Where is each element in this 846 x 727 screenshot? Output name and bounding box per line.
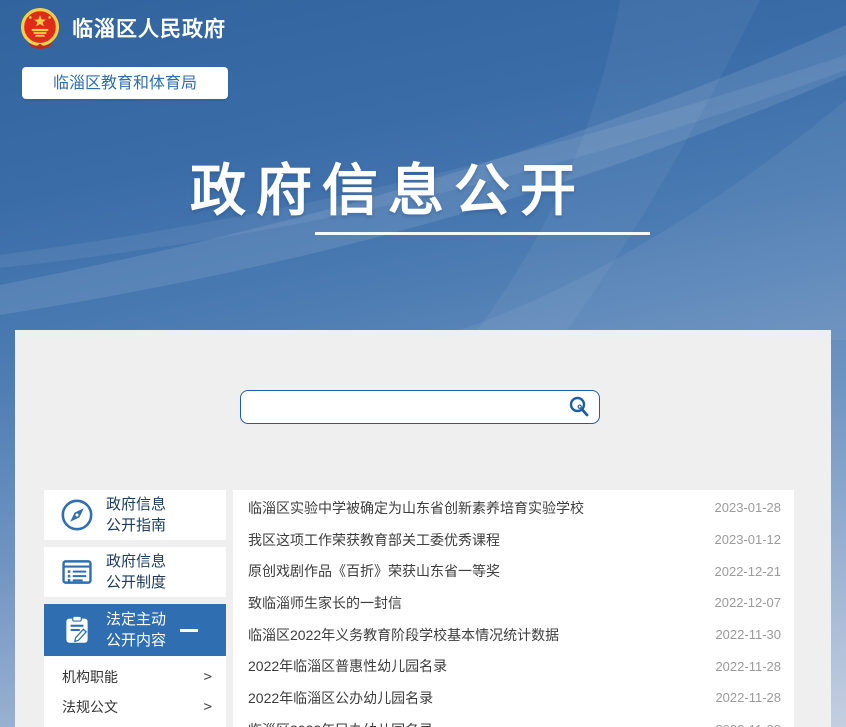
news-list: 临淄区实验中学被确定为山东省创新素养培育实验学校 2023-01-28 我区这项…: [233, 490, 794, 727]
collapse-minus-icon: [180, 629, 198, 632]
news-title: 原创戏剧作品《百折》荣获山东省一等奖: [248, 561, 699, 581]
news-title: 我区这项工作荣获教育部关工委优秀课程: [248, 530, 699, 550]
chevron-right-icon: >: [204, 669, 212, 685]
sidebar-item-statutory-disclosure[interactable]: 法定主动 公开内容: [44, 604, 226, 656]
news-row[interactable]: 我区这项工作荣获教育部关工委优秀课程 2023-01-12: [233, 524, 794, 556]
search-input[interactable]: [241, 391, 567, 423]
site-name: 临淄区人民政府: [72, 13, 226, 43]
news-row[interactable]: 原创戏剧作品《百折》荣获山东省一等奖 2022-12-21: [233, 555, 794, 587]
compass-icon: [60, 498, 94, 532]
news-title: 临淄区实验中学被确定为山东省创新素养培育实验学校: [248, 498, 699, 518]
sidebar-submenu: 机构职能 > 法规公文 >: [44, 656, 226, 727]
sidebar-item-guide[interactable]: 政府信息 公开指南: [44, 490, 226, 540]
submenu-item-functions[interactable]: 机构职能 >: [44, 662, 226, 692]
document-list-icon: [60, 555, 94, 589]
news-date: 2022-11-30: [715, 627, 781, 642]
content-panel: 政府信息 公开指南 政府信息 公开制度: [15, 330, 831, 727]
news-date: 2023-01-28: [715, 500, 782, 515]
department-button[interactable]: 临淄区教育和体育局: [22, 67, 228, 99]
news-title: 临淄区2022年民办幼儿园名录: [248, 720, 699, 727]
news-title: 临淄区2022年义务教育阶段学校基本情况统计数据: [248, 625, 699, 645]
news-title: 2022年临淄区公办幼儿园名录: [248, 688, 699, 708]
news-row[interactable]: 临淄区2022年民办幼儿园名录 2022-11-28: [233, 714, 794, 727]
sidebar-item-label: 政府信息 公开制度: [106, 551, 166, 593]
news-date: 2022-11-28: [715, 722, 781, 727]
search-icon: [567, 395, 591, 419]
search-button[interactable]: [567, 395, 599, 419]
news-date: 2022-11-28: [715, 659, 781, 674]
news-title: 2022年临淄区普惠性幼儿园名录: [248, 656, 699, 676]
page: 临淄区人民政府 临淄区教育和体育局 政府信息公开: [0, 0, 846, 727]
news-title: 致临淄师生家长的一封信: [248, 593, 699, 613]
submenu-item-regulations[interactable]: 法规公文 >: [44, 692, 226, 722]
sidebar-item-label: 法定主动 公开内容: [106, 609, 166, 651]
search-box: [240, 390, 600, 424]
sidebar-item-label: 政府信息 公开指南: [106, 494, 166, 536]
news-date: 2022-12-21: [715, 564, 782, 579]
page-title: 政府信息公开: [168, 146, 608, 227]
news-date: 2023-01-12: [715, 532, 782, 547]
news-row[interactable]: 临淄区2022年义务教育阶段学校基本情况统计数据 2022-11-30: [233, 619, 794, 651]
sidebar: 政府信息 公开指南 政府信息 公开制度: [44, 490, 226, 727]
news-row[interactable]: 致临淄师生家长的一封信 2022-12-07: [233, 587, 794, 619]
title-underline: [315, 232, 650, 235]
news-row[interactable]: 2022年临淄区普惠性幼儿园名录 2022-11-28: [233, 650, 794, 682]
national-emblem-icon: [18, 6, 62, 50]
chevron-right-icon: >: [204, 699, 212, 715]
sidebar-item-system[interactable]: 政府信息 公开制度: [44, 547, 226, 597]
news-row[interactable]: 临淄区实验中学被确定为山东省创新素养培育实验学校 2023-01-28: [233, 492, 794, 524]
clipboard-pen-icon: [60, 613, 94, 647]
news-date: 2022-12-07: [715, 595, 782, 610]
news-date: 2022-11-28: [715, 690, 781, 705]
news-row[interactable]: 2022年临淄区公办幼儿园名录 2022-11-28: [233, 682, 794, 714]
site-brand: 临淄区人民政府: [18, 6, 226, 50]
